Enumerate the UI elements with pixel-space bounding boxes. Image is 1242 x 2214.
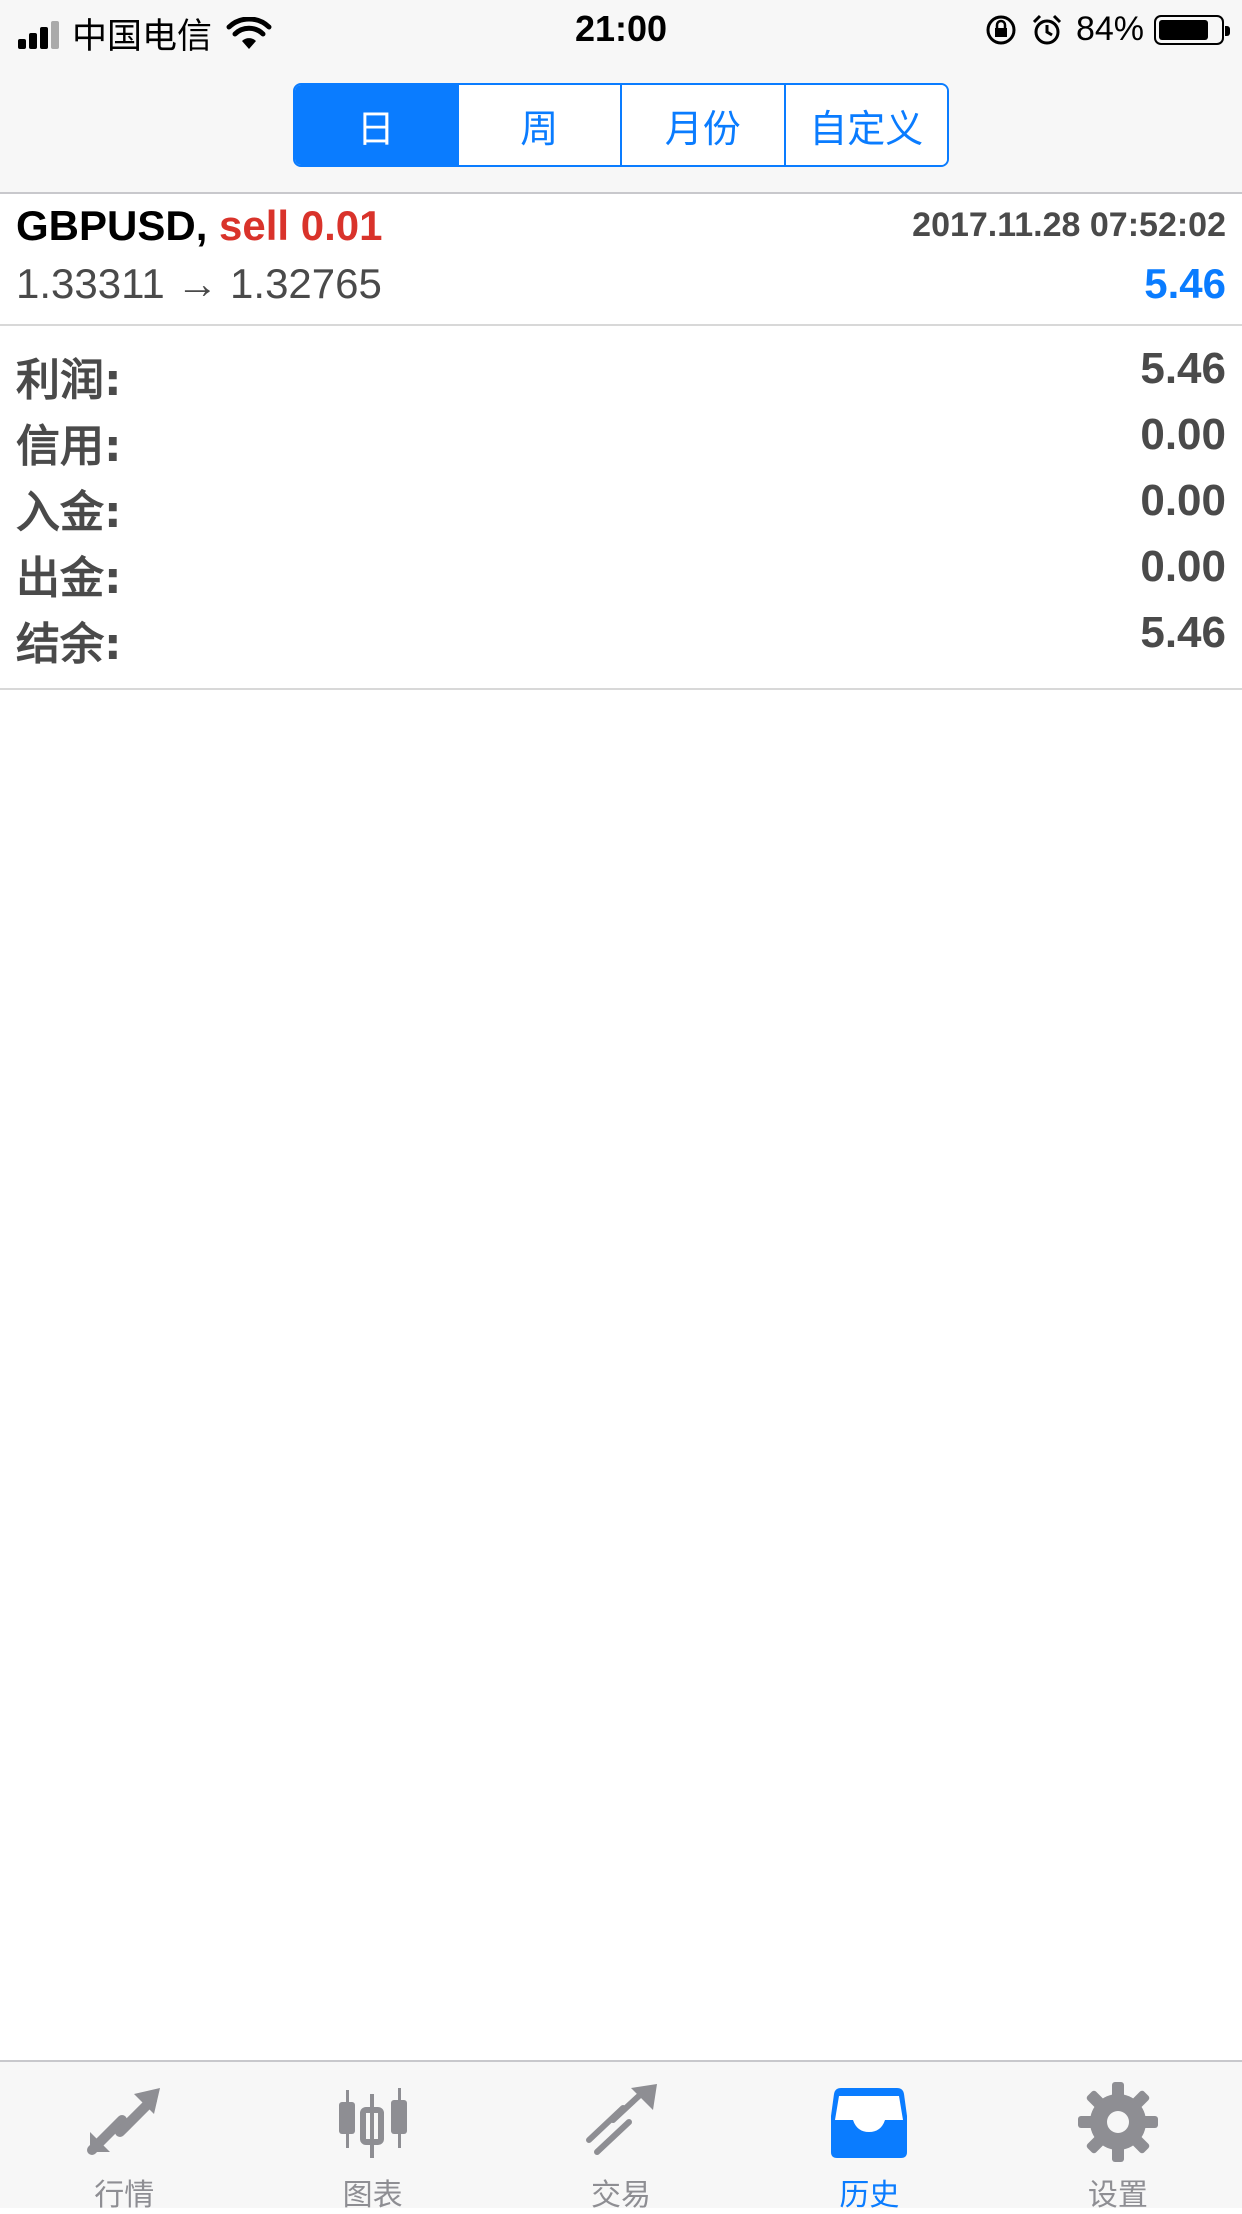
trade-side-volume: sell 0.01	[219, 202, 383, 249]
summary-row-deposit: 入金: 0.00	[0, 470, 1242, 538]
trade-row[interactable]: GBPUSD, sell 0.01 2017.11.28 07:52:02 1.…	[0, 194, 1242, 326]
summary-label: 利润:	[16, 355, 122, 406]
status-right: 84%	[984, 10, 1230, 49]
summary-row-credit: 信用: 0.00	[0, 404, 1242, 472]
tab-quotes[interactable]: 行情	[0, 2062, 248, 2213]
history-inbox-icon	[831, 2088, 908, 2158]
tab-charts[interactable]: 图表	[248, 2062, 496, 2213]
summary-label: 信用:	[16, 421, 122, 472]
tab-label: 历史	[839, 2178, 900, 2213]
tab-label: 交易	[591, 2178, 652, 2213]
summary-label: 结余:	[16, 619, 122, 670]
alarm-icon	[1032, 14, 1061, 44]
history-header: 日 周 月份 自定义	[0, 60, 1242, 194]
summary-row-balance: 结余: 5.46	[0, 602, 1242, 670]
status-bar: 中国电信 21:00 84%	[0, 0, 1242, 60]
trade-symbol-line: GBPUSD, sell 0.01	[16, 202, 383, 250]
gear-icon	[1077, 2082, 1158, 2162]
period-tab-month[interactable]: 月份	[620, 85, 784, 165]
summary-value: 5.46	[1140, 608, 1226, 657]
summary-section: 利润: 5.46 信用: 0.00 入金: 0.00 出金: 0.00 结余: …	[0, 326, 1242, 690]
tab-trade[interactable]: 交易	[497, 2062, 745, 2213]
summary-value: 0.00	[1140, 542, 1226, 591]
period-tab-day[interactable]: 日	[295, 85, 457, 165]
tab-label: 设置	[1087, 2178, 1148, 2213]
summary-label: 入金:	[16, 487, 122, 538]
tab-label: 行情	[94, 2178, 155, 2213]
trade-prices: 1.33311 → 1.32765	[16, 260, 382, 307]
summary-label: 出金:	[16, 553, 122, 604]
battery-percent: 84%	[1075, 10, 1144, 48]
battery-icon	[1154, 14, 1230, 45]
summary-value: 0.00	[1140, 410, 1226, 459]
trade-datetime: 2017.11.28 07:52:02	[912, 206, 1226, 244]
tab-history[interactable]: 历史	[745, 2062, 993, 2213]
quotes-arrows-icon	[87, 2088, 161, 2155]
rotation-lock-icon	[986, 15, 1016, 44]
period-segmented-control: 日 周 月份 自定义	[293, 83, 949, 167]
trade-profit: 5.46	[1144, 260, 1226, 307]
period-tab-week[interactable]: 周	[456, 85, 620, 165]
tab-label: 图表	[342, 2178, 403, 2213]
summary-value: 0.00	[1140, 476, 1226, 525]
trade-trend-icon	[586, 2084, 658, 2155]
period-tab-custom[interactable]: 自定义	[783, 85, 947, 165]
summary-value: 5.46	[1140, 344, 1226, 393]
trade-symbol: GBPUSD,	[16, 202, 208, 249]
summary-row-withdrawal: 出金: 0.00	[0, 536, 1242, 604]
candlestick-chart-icon	[338, 2088, 407, 2158]
tab-settings[interactable]: 设置	[994, 2062, 1242, 2213]
bottom-tab-bar: 行情 图表 交易 历史 设置	[0, 2060, 1242, 2213]
summary-row-profit: 利润: 5.46	[0, 338, 1242, 406]
